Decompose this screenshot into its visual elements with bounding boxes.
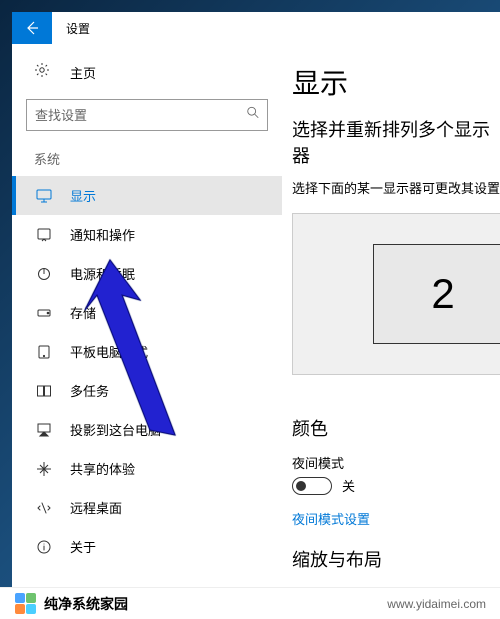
nav-label: 平板电脑模式 bbox=[70, 342, 148, 361]
nav-label: 远程桌面 bbox=[70, 498, 122, 517]
monitor-number: 2 bbox=[431, 270, 454, 318]
watermark-logo-icon bbox=[14, 593, 36, 615]
nav-item-share[interactable]: 共享的体验 bbox=[12, 449, 282, 488]
share-icon bbox=[34, 461, 54, 477]
night-mode-toggle[interactable] bbox=[292, 477, 332, 495]
nav-label: 投影到这台电脑 bbox=[70, 420, 161, 439]
nav-item-storage[interactable]: 存储 bbox=[12, 293, 282, 332]
nav-label: 多任务 bbox=[70, 381, 109, 400]
search-input[interactable] bbox=[26, 99, 268, 131]
display-arrangement[interactable]: 2 bbox=[292, 213, 500, 375]
nav-label: 关于 bbox=[70, 537, 96, 556]
content: 主页 系统 显示 通知和操作 电源和睡眠 bbox=[12, 44, 500, 587]
color-heading: 颜色 bbox=[292, 415, 500, 441]
nav-item-project[interactable]: 投影到这台电脑 bbox=[12, 410, 282, 449]
scale-heading: 缩放与布局 bbox=[292, 546, 500, 572]
watermark-brand: 纯净系统家园 bbox=[44, 594, 128, 614]
night-mode-state: 关 bbox=[342, 476, 355, 495]
multitask-icon bbox=[34, 383, 54, 399]
monitor-2[interactable]: 2 bbox=[373, 244, 500, 344]
tablet-icon bbox=[34, 344, 54, 360]
info-icon bbox=[34, 539, 54, 555]
main-panel: 显示 选择并重新排列多个显示器 选择下面的某一显示器可更改其设置。某 2 颜色 … bbox=[282, 44, 500, 587]
night-mode-label: 夜间模式 bbox=[292, 453, 500, 472]
watermark-url: www.yidaimei.com bbox=[387, 597, 486, 611]
night-mode-settings-link[interactable]: 夜间模式设置 bbox=[292, 509, 500, 528]
back-arrow-icon bbox=[24, 20, 40, 36]
night-mode-toggle-row: 关 bbox=[292, 476, 500, 495]
nav-item-display[interactable]: 显示 bbox=[12, 176, 282, 215]
watermark-bar: 纯净系统家园 www.yidaimei.com bbox=[0, 587, 500, 619]
rearrange-heading: 选择并重新排列多个显示器 bbox=[292, 116, 500, 168]
nav-label: 共享的体验 bbox=[70, 459, 135, 478]
sidebar: 主页 系统 显示 通知和操作 电源和睡眠 bbox=[12, 44, 282, 587]
nav-label: 显示 bbox=[70, 186, 96, 205]
nav-item-multitask[interactable]: 多任务 bbox=[12, 371, 282, 410]
project-icon bbox=[34, 422, 54, 438]
color-section: 颜色 夜间模式 关 夜间模式设置 缩放与布局 bbox=[292, 415, 500, 572]
storage-icon bbox=[34, 305, 54, 321]
back-button[interactable] bbox=[12, 12, 52, 44]
nav-item-notifications[interactable]: 通知和操作 bbox=[12, 215, 282, 254]
nav-item-tablet[interactable]: 平板电脑模式 bbox=[12, 332, 282, 371]
monitor-icon bbox=[34, 188, 54, 204]
nav-item-remote[interactable]: 远程桌面 bbox=[12, 488, 282, 527]
home-button[interactable]: 主页 bbox=[12, 52, 282, 93]
power-icon bbox=[34, 266, 54, 282]
section-label: 系统 bbox=[12, 131, 282, 176]
search-icon bbox=[246, 106, 260, 125]
nav-label: 电源和睡眠 bbox=[70, 264, 135, 283]
rearrange-desc: 选择下面的某一显示器可更改其设置。某 bbox=[292, 178, 500, 197]
gear-icon bbox=[34, 62, 54, 83]
nav-item-about[interactable]: 关于 bbox=[12, 527, 282, 566]
nav-item-power[interactable]: 电源和睡眠 bbox=[12, 254, 282, 293]
page-heading: 显示 bbox=[292, 62, 500, 102]
titlebar: 设置 bbox=[12, 12, 500, 44]
toggle-thumb bbox=[296, 481, 306, 491]
settings-window: 设置 主页 系统 显示 通知和操作 bbox=[12, 12, 500, 587]
notification-icon bbox=[34, 227, 54, 243]
search-wrap bbox=[26, 99, 268, 131]
nav-label: 存储 bbox=[70, 303, 96, 322]
remote-icon bbox=[34, 500, 54, 516]
nav-label: 通知和操作 bbox=[70, 225, 135, 244]
window-title: 设置 bbox=[52, 20, 90, 37]
home-label: 主页 bbox=[70, 63, 96, 82]
